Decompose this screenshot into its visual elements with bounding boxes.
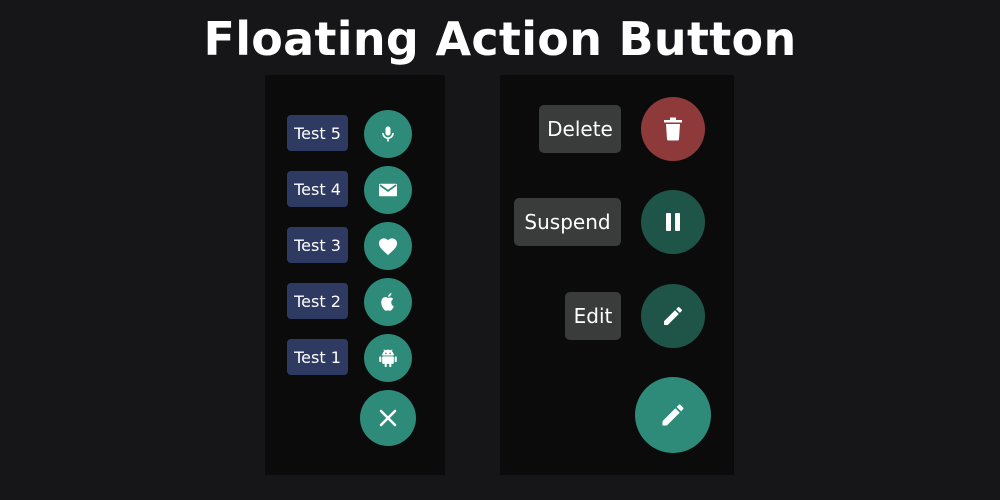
close-icon [379, 409, 397, 427]
fab-main-close[interactable] [360, 390, 416, 446]
fab-label-test-1[interactable]: Test 1 [287, 339, 348, 375]
pencil-icon [664, 306, 682, 325]
fab-label-delete[interactable]: Delete [539, 105, 621, 153]
fab-label-test-5[interactable]: Test 5 [287, 115, 348, 151]
fab-label-test-4[interactable]: Test 4 [287, 171, 348, 207]
fab-label-edit[interactable]: Edit [565, 292, 621, 340]
fab-mini-test-1[interactable] [364, 334, 412, 382]
fab-suspend-button[interactable] [641, 190, 705, 254]
mic-icon [382, 126, 394, 142]
android-icon [379, 349, 397, 368]
fab-label-suspend[interactable]: Suspend [514, 198, 621, 246]
pencil-icon [662, 404, 684, 426]
fab-demo-panel-left: Test 5 Test 4 Test 3 Test 2 Test 1 [265, 75, 445, 475]
fab-main-edit[interactable] [635, 377, 711, 453]
trash-icon [664, 117, 682, 141]
page-title: Floating Action Button [203, 12, 797, 66]
fab-demo-panel-right: Delete Suspend Edit [500, 75, 734, 475]
fab-label-test-3[interactable]: Test 3 [287, 227, 348, 263]
fab-edit-button[interactable] [641, 284, 705, 348]
fab-mini-test-4[interactable] [364, 166, 412, 214]
fab-mini-test-5[interactable] [364, 110, 412, 158]
fab-delete-button[interactable] [641, 97, 705, 161]
fab-mini-test-2[interactable] [364, 278, 412, 326]
heart-icon [378, 238, 398, 256]
fab-mini-test-3[interactable] [364, 222, 412, 270]
fab-label-test-2[interactable]: Test 2 [287, 283, 348, 319]
apple-icon [381, 293, 394, 311]
pause-icon [666, 213, 680, 231]
mail-icon [379, 183, 397, 197]
